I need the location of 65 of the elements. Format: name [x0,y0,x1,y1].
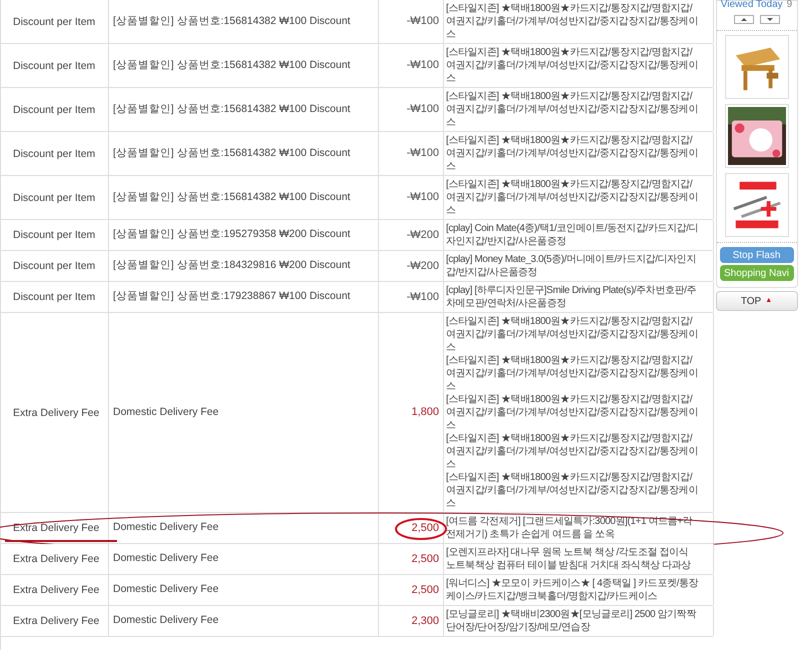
item-type: Discount per Item [13,260,96,272]
item-description: Domestic Delivery Fee [113,582,219,598]
item-amount: -₩100 [406,190,439,206]
down-triangle-icon [766,18,772,21]
item-type: Extra Delivery Fee [13,615,100,627]
product-name: [오렌지프라자] 대나무 원목 노트북 책상 /각도조절 접이식 노트북책상 컴퓨터 테이블 받침대 거치대 좌식책상 다과상 [446,546,692,572]
product-name: [스타일지존] ★택배1800원★카드지갑/통장지갑/명함지갑/여권지갑/키홀더/가계부/여성반지갑/중지갑장지갑/통장케이스 [446,134,699,173]
item-amount: 2,500 [411,520,439,536]
item-type: Discount per Item [13,148,96,160]
product-name: [스타일지존] ★택배1800원★카드지갑/통장지갑/명함지갑/여권지갑/키홀더/가계부/여성반지갑/중지갑장지갑/통장케이스 [446,393,699,432]
item-description: [상품별할인] 상품번호:195279358 ₩200 Discount [113,227,350,242]
item-amount: 2,500 [411,582,439,598]
product-name: [스타일지존] ★택배1800원★카드지갑/통장지갑/명함지갑/여권지갑/키홀더/가계부/여성반지갑/중지갑장지갑/통장케이스 [446,432,699,471]
item-description: [상품별할인] 상품번호:156814382 ₩100 Discount [113,14,350,29]
item-type: Extra Delivery Fee [13,553,100,565]
stop-flash-button[interactable]: Stop Flash [720,247,794,263]
item-amount: 2,500 [411,552,439,567]
item-type: Discount per Item [13,229,96,241]
item-type: Extra Delivery Fee [13,522,100,534]
item-description: [상품별할인] 상품번호:156814382 ₩100 Discount [113,58,350,73]
item-type: Discount per Item [13,16,96,28]
product-name: [모닝글로리] ★택배비2300원★[모닝글로리] 2500 암기짝짝단어장/단어장/암기장/메모/연습장 [446,608,698,634]
item-amount: -₩200 [406,258,439,274]
scroll-down-button[interactable] [760,15,780,24]
product-name: [스타일지존] ★택배1800원★카드지갑/통장지갑/명함지갑/여권지갑/키홀더/가계부/여성반지갑/중지갑장지갑/통장케이스 [446,178,699,217]
shopping-navi-button[interactable]: Shopping Navi [720,265,794,281]
item-amount: -₩100 [406,146,439,162]
scroll-up-button[interactable] [734,15,754,24]
item-type: Discount per Item [13,104,96,116]
item-type: Extra Delivery Fee [13,584,100,596]
item-amount: -₩100 [406,58,439,74]
item-amount: 2,300 [411,614,439,629]
item-type: Extra Delivery Fee [13,406,100,418]
item-description: [상품별할인] 상품번호:156814382 ₩100 Discount [113,102,350,117]
item-amount: -₩100 [406,14,439,30]
item-type: Discount per Item [13,291,96,303]
item-description: Domestic Delivery Fee [113,520,219,536]
product-name: [스타일지존] ★택배1800원★카드지갑/통장지갑/명함지갑/여권지갑/키홀더/가계부/여성반지갑/중지갑장지갑/통장케이스 [446,471,699,510]
item-type: Discount per Item [13,192,96,204]
product-name: [스타일지존] ★택배1800원★카드지갑/통장지갑/명함지갑/여권지갑/키홀더/가계부/여성반지갑/중지갑장지갑/통장케이스 [446,90,699,129]
product-name: [스타일지존] ★택배1800원★카드지갑/통장지갑/명함지갑/여권지갑/키홀더/가계부/여성반지갑/중지갑장지갑/통장케이스 [446,354,699,393]
item-amount: -₩100 [406,102,439,118]
up-triangle-icon [740,18,746,21]
viewed-today-label: Viewed Today [720,0,783,12]
product-name: [cplay] Coin Mate(4종)/택1/코인메이트/동전지갑/카드지갑/디자인지갑/반지갑/사은품증정 [446,222,699,248]
item-description: Domestic Delivery Fee [113,551,219,566]
item-description: [상품별할인] 상품번호:156814382 ₩100 Discount [113,146,350,161]
item-description: [상품별할인] 상품번호:179238867 ₩100 Discount [113,289,350,304]
item-description: Domestic Delivery Fee [113,613,219,628]
annotation-circle [394,517,448,541]
product-name: [여드름 각전제거] [그랜드세일특가:3000원](1+1 여드름+각전제거기) 초특가 손쉽게 여드름 을 쏘옥 [446,515,694,541]
product-name: [워너디스] ★모모이 카드케이스★ [ 4종택일 ] 카드포켓/통장케이스/카드지갑/뱅크북홀더/명함지갑/카드케이스 [446,577,699,603]
viewed-count: 9 [786,0,792,12]
item-amount: -₩100 [406,290,439,305]
product-name: [스타일지존] ★택배1800원★카드지갑/통장지갑/명함지갑/여권지갑/키홀더/가계부/여성반지갑/중지갑장지갑/통장케이스 [446,2,699,41]
item-description: [상품별할인] 상품번호:156814382 ₩100 Discount [113,190,350,205]
product-name: [cplay] [하루디자인문구]Smile Driving Plate(s)/주차번호판/주차메모판/연락처/사은품증정 [446,284,698,310]
product-name: [cplay] Money Mate_3.0(5종)/머니메이트/카드지갑/디자인지갑/반지갑/사은품증정 [446,253,697,279]
item-type: Discount per Item [13,60,96,72]
item-description: [상품별할인] 상품번호:184329816 ₩200 Discount [113,258,350,274]
item-amount: 1,800 [411,405,439,420]
item-amount: -₩200 [406,228,439,243]
item-description: Domestic Delivery Fee [113,404,219,420]
product-name: [스타일지존] ★택배1800원★카드지갑/통장지갑/명함지갑/여권지갑/키홀더/가계부/여성반지갑/중지갑장지갑/통장케이스 [446,315,699,354]
product-name: [스타일지존] ★택배1800원★카드지갑/통장지갑/명함지갑/여권지갑/키홀더/가계부/여성반지갑/중지갑장지갑/통장케이스 [446,46,699,85]
